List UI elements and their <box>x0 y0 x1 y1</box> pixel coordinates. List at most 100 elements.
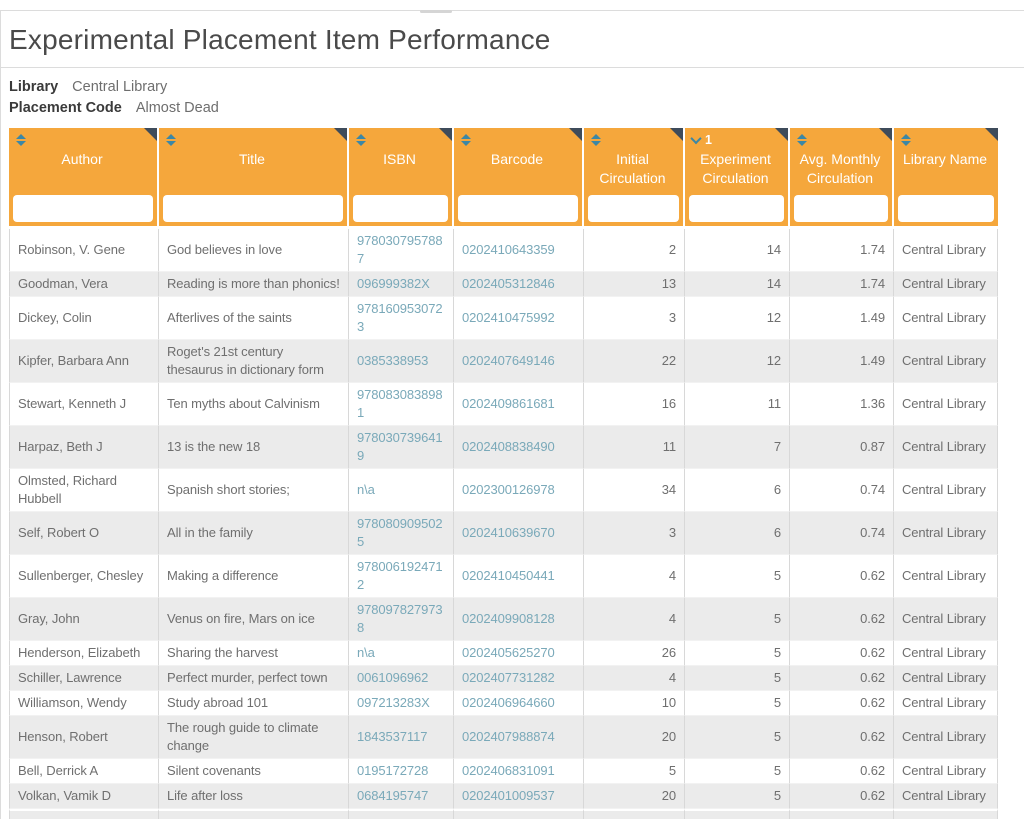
cell-avg-monthly-circulation: 0.62 <box>790 555 894 598</box>
library-filter-line: LibraryCentral Library <box>9 77 998 98</box>
top-scrollbar-fragment <box>420 10 452 13</box>
sort-updown-diamond-icon[interactable] <box>461 133 471 146</box>
cell-barcode: 0202407988874 <box>454 716 584 759</box>
filter-corner-triangle-icon[interactable] <box>775 128 788 141</box>
column-header-author[interactable]: Author <box>9 128 159 229</box>
table-row: Sullenberger, ChesleyMaking a difference… <box>9 555 998 598</box>
filter-corner-triangle-icon[interactable] <box>670 128 683 141</box>
cell-experiment-circulation: 5 <box>685 759 790 784</box>
table-row: Robinson, V. GeneGod believes in love978… <box>9 229 998 272</box>
sort-diamond-glyph <box>901 134 911 146</box>
cell-author: Henderson, Elizabeth <box>9 641 159 666</box>
filter-input-title[interactable] <box>163 195 343 222</box>
sort-updown-diamond-icon[interactable] <box>166 133 176 146</box>
sort-up-triangle <box>166 134 176 139</box>
filter-input-experiment-circulation[interactable] <box>689 195 784 222</box>
cell-isbn: 9780978279738 <box>349 598 454 641</box>
filter-corner-triangle-icon[interactable] <box>985 128 998 141</box>
cell-title: 13 is the new 18 <box>159 426 349 469</box>
cell-library-name: Central Library <box>894 272 998 297</box>
cell-title: Life after loss <box>159 784 349 809</box>
cell-barcode: 0202409908128 <box>454 598 584 641</box>
cell-author: Kipfer, Barbara Ann <box>9 340 159 383</box>
cell-library-name: Central Library <box>894 297 998 340</box>
filter-input-avg-monthly-circulation[interactable] <box>794 195 888 222</box>
cell-barcode: 0202300126978 <box>454 469 584 512</box>
column-header-cell: Author <box>9 128 157 226</box>
column-header-cell: Library Name <box>894 128 998 226</box>
cell-experiment-circulation: 6 <box>685 469 790 512</box>
filter-corner-triangle-icon[interactable] <box>334 128 347 141</box>
sort-updown-diamond-icon[interactable] <box>591 133 601 146</box>
column-header-avg-monthly-circulation[interactable]: Avg. Monthly Circulation <box>790 128 894 229</box>
cell-experiment-circulation: 5 <box>685 641 790 666</box>
column-header-cell: Initial Circulation <box>584 128 683 226</box>
filter-input-isbn[interactable] <box>353 195 448 222</box>
cell-initial-circulation: 4 <box>584 666 685 691</box>
column-label: ISBN <box>356 150 443 169</box>
sort-updown-diamond-icon[interactable] <box>16 133 26 146</box>
filter-corner-triangle-icon[interactable] <box>879 128 892 141</box>
sort-updown-diamond-icon[interactable] <box>797 133 807 146</box>
table-row: Williamson, WendyStudy abroad 1010972132… <box>9 691 998 716</box>
column-header-cell: 1Experiment Circulation <box>685 128 788 226</box>
filter-corner-triangle-icon[interactable] <box>569 128 582 141</box>
page-title: Experimental Placement Item Performance <box>9 24 1024 56</box>
cell-barcode: 0202410639670 <box>454 512 584 555</box>
cell-library-name: Central Library <box>894 229 998 272</box>
sort-updown-diamond-icon[interactable] <box>901 133 911 146</box>
partial-next-row <box>9 809 998 819</box>
table-row: Bell, Derrick ASilent covenants019517272… <box>9 759 998 784</box>
cell-isbn: 0385338953 <box>349 340 454 383</box>
cell-avg-monthly-circulation: 0.62 <box>790 784 894 809</box>
cell-initial-circulation: 10 <box>584 691 685 716</box>
filter-input-barcode[interactable] <box>458 195 578 222</box>
column-header-library-name[interactable]: Library Name <box>894 128 998 229</box>
cell-experiment-circulation: 12 <box>685 340 790 383</box>
table-row: Gray, JohnVenus on fire, Mars on ice9780… <box>9 598 998 641</box>
cell-initial-circulation: 16 <box>584 383 685 426</box>
sort-down-triangle <box>16 141 26 146</box>
cell-barcode: 0202410450441 <box>454 555 584 598</box>
column-header-isbn[interactable]: ISBN <box>349 128 454 229</box>
cell-title: Making a difference <box>159 555 349 598</box>
cell-experiment-circulation: 7 <box>685 426 790 469</box>
title-bar: Experimental Placement Item Performance <box>1 11 1024 68</box>
cell-avg-monthly-circulation: 1.36 <box>790 383 894 426</box>
filter-input-library-name[interactable] <box>898 195 994 222</box>
filter-input-author[interactable] <box>13 195 153 222</box>
column-header-initial-circulation[interactable]: Initial Circulation <box>584 128 685 229</box>
column-header-experiment-circulation[interactable]: 1Experiment Circulation <box>685 128 790 229</box>
column-label: Barcode <box>461 150 573 169</box>
filter-corner-triangle-icon[interactable] <box>144 128 157 141</box>
sort-up-triangle <box>591 134 601 139</box>
cell-isbn: n\a <box>349 469 454 512</box>
cell-library-name: Central Library <box>894 383 998 426</box>
cell-avg-monthly-circulation: 1.49 <box>790 340 894 383</box>
cell-library-name: Central Library <box>894 759 998 784</box>
cell-isbn: 096999382X <box>349 272 454 297</box>
cell-library-name: Central Library <box>894 598 998 641</box>
table-row: Stewart, Kenneth JTen myths about Calvin… <box>9 383 998 426</box>
cell-avg-monthly-circulation: 0.62 <box>790 759 894 784</box>
sort-updown-diamond-icon[interactable] <box>356 133 366 146</box>
cell-author: Sullenberger, Chesley <box>9 555 159 598</box>
filter-corner-triangle-icon[interactable] <box>439 128 452 141</box>
cell-barcode: 0202405312846 <box>454 272 584 297</box>
library-filter-value: Central Library <box>72 79 167 95</box>
sort-up-triangle <box>356 134 366 139</box>
chevron-down-icon[interactable]: 1 <box>692 133 712 146</box>
cell-avg-monthly-circulation: 0.87 <box>790 426 894 469</box>
sort-diamond-glyph <box>461 134 471 146</box>
table-header: AuthorTitle ISBN Barcode Initial Circulatio… <box>9 128 998 229</box>
column-header-barcode[interactable]: Barcode <box>454 128 584 229</box>
partial-cell <box>349 809 454 819</box>
cell-avg-monthly-circulation: 1.74 <box>790 272 894 297</box>
cell-title: Afterlives of the saints <box>159 297 349 340</box>
sort-down-triangle <box>797 141 807 146</box>
cell-title: Perfect murder, perfect town <box>159 666 349 691</box>
cell-experiment-circulation: 5 <box>685 691 790 716</box>
filter-input-initial-circulation[interactable] <box>588 195 679 222</box>
column-header-title[interactable]: Title <box>159 128 349 229</box>
cell-barcode: 0202410475992 <box>454 297 584 340</box>
